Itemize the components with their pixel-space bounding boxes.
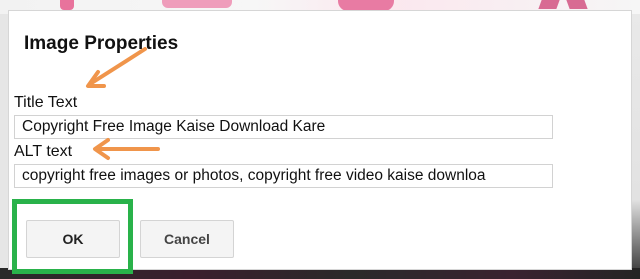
- background-edge: [0, 14, 8, 279]
- title-text-input[interactable]: [14, 115, 553, 139]
- background-edge: [632, 14, 640, 279]
- background-decoration: [566, 0, 588, 9]
- background-decoration: [538, 0, 560, 9]
- dialog-title: Image Properties: [24, 33, 179, 54]
- alt-text-input[interactable]: [14, 164, 553, 188]
- cancel-button[interactable]: Cancel: [140, 220, 234, 258]
- image-properties-dialog: Image Properties Title Text ALT text OK …: [8, 10, 632, 270]
- background-decoration: [60, 0, 74, 10]
- ok-button[interactable]: OK: [26, 220, 120, 258]
- title-text-label: Title Text: [14, 94, 78, 111]
- background-decoration: [162, 0, 232, 8]
- alt-text-label: ALT text: [14, 143, 73, 160]
